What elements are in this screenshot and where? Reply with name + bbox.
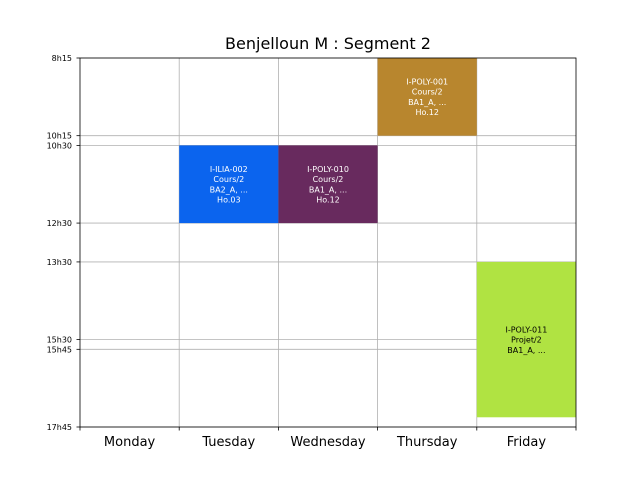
event-i-poly-011: I-POLY-011 Projet/2BA1_A, ... xyxy=(476,261,576,418)
chart-title: Benjelloun M : Segment 2 xyxy=(225,34,431,53)
event-label-i-poly-011-line-1: Projet/2 xyxy=(511,336,542,345)
event-label-i-poly-010-line-2: BA1_A, ... xyxy=(309,185,347,194)
event-label-i-ilia-002-line-3: Ho.03 xyxy=(217,196,241,205)
event-label-i-poly-010-line-0: I-POLY-010 xyxy=(307,165,349,174)
event-label-i-poly-011-line-0: I-POLY-011 xyxy=(505,325,547,334)
ytick-label-13h30: 13h30 xyxy=(47,258,72,267)
event-block-i-poly-001 xyxy=(377,58,477,136)
xtick-label-tuesday: Tuesday xyxy=(201,435,255,450)
event-label-i-ilia-002-line-1: Cours/2 xyxy=(213,175,244,184)
event-label-i-poly-011-line-2: BA1_A, ... xyxy=(507,346,545,355)
event-label-i-poly-010-line-1: Cours/2 xyxy=(313,175,344,184)
ytick-label-12h30: 12h30 xyxy=(47,219,72,228)
event-label-i-ilia-002-line-0: I-ILIA-002 xyxy=(210,165,248,174)
ytick-label-15h30: 15h30 xyxy=(47,336,72,345)
ytick-label-15h45: 15h45 xyxy=(47,345,72,354)
event-i-poly-010: I-POLY-010Cours/2BA1_A, ... Ho.12 xyxy=(278,145,378,224)
xtick-label-wednesday: Wednesday xyxy=(290,435,366,450)
event-label-i-poly-001-line-2: BA1_A, ... xyxy=(408,98,446,107)
xtick-label-friday: Friday xyxy=(507,435,547,450)
event-block-i-ilia-002 xyxy=(179,145,279,224)
ytick-label-17h45: 17h45 xyxy=(47,423,72,432)
event-block-i-poly-010 xyxy=(278,145,378,224)
ytick-label-10h15: 10h15 xyxy=(47,132,72,141)
event-label-i-poly-001-line-3: Ho.12 xyxy=(415,108,439,117)
xtick-label-thursday: Thursday xyxy=(396,435,458,450)
ytick-label-8h15: 8h15 xyxy=(52,54,72,63)
event-i-poly-001: I-POLY-001Cours/2BA1_A, ...Ho.12 xyxy=(377,58,477,136)
event-label-i-poly-010-line-3: Ho.12 xyxy=(316,196,340,205)
event-label-i-poly-001-line-0: I-POLY-001 xyxy=(406,78,448,87)
event-i-ilia-002: I-ILIA-002Cours/2BA2_A, ... Ho.03 xyxy=(179,145,279,224)
event-label-i-ilia-002-line-2: BA2_A, ... xyxy=(210,185,248,194)
event-label-i-poly-001-line-1: Cours/2 xyxy=(412,88,443,97)
xtick-label-monday: Monday xyxy=(104,435,156,450)
ytick-label-10h30: 10h30 xyxy=(47,141,72,150)
timetable-chart: Benjelloun M : Segment 2 I-POLY-001Cours… xyxy=(47,34,577,450)
